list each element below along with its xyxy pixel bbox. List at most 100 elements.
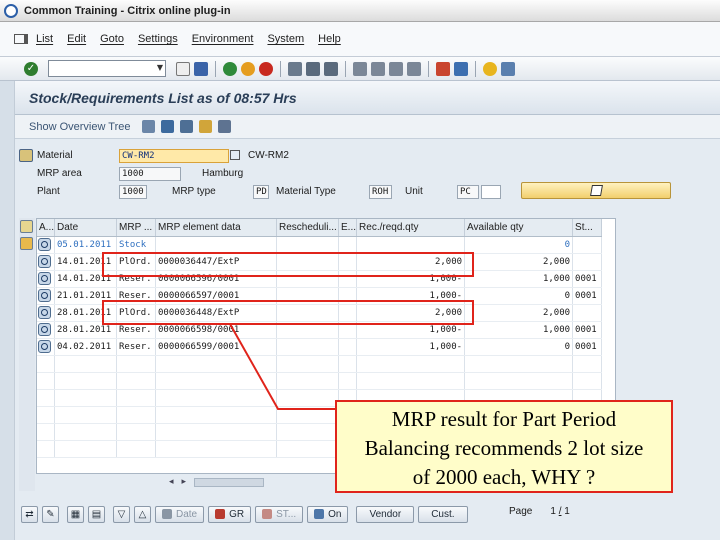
mrp-type-field: PD <box>253 185 269 199</box>
col-header-rec-reqd-qty[interactable]: Rec./reqd.qty <box>356 219 466 237</box>
col-header-mrp[interactable]: MRP ... <box>116 219 157 237</box>
expand-all-icon[interactable]: ▦ <box>67 505 84 523</box>
empty-cell <box>155 372 278 390</box>
cell-rec-reqd-qty: 1,000- <box>356 338 466 356</box>
collapse-all-icon[interactable]: ▤ <box>88 505 105 523</box>
empty-cell <box>37 372 56 390</box>
filter-down-icon[interactable]: ▽ <box>113 505 130 523</box>
cust-button[interactable]: Cust. <box>418 505 468 523</box>
gr-button[interactable]: GR <box>208 505 252 523</box>
cell-available-qty: 2,000 <box>464 253 574 271</box>
command-field[interactable]: ▼ <box>48 60 166 77</box>
empty-cell <box>356 372 466 390</box>
col-header-rescheduling[interactable]: Rescheduli... <box>276 219 340 237</box>
magnifier-icon[interactable] <box>38 289 51 302</box>
empty-cell <box>37 355 56 373</box>
scroll-right-icon[interactable]: ▸ <box>182 477 187 487</box>
scroll-thumb[interactable] <box>194 477 265 487</box>
date-button[interactable]: Date <box>155 505 205 523</box>
first-page-icon[interactable] <box>353 61 367 76</box>
next-page-icon[interactable] <box>389 61 403 76</box>
edit-pencil-icon[interactable]: ✎ <box>42 505 59 523</box>
layout-icon[interactable] <box>501 61 515 76</box>
print-icon[interactable] <box>288 61 302 76</box>
empty-cell <box>155 355 278 373</box>
select-all-icon[interactable]: ⇄ <box>21 505 38 523</box>
st-button[interactable]: ST... <box>255 505 304 523</box>
grid-select-icon[interactable] <box>20 220 33 233</box>
cancel-icon[interactable] <box>259 61 273 76</box>
col-header-date[interactable]: Date <box>54 219 118 237</box>
menu-help[interactable]: Help <box>318 33 341 45</box>
application-toolbar: Show Overview Tree <box>15 115 720 139</box>
annotation-callout: MRP result for Part Period Balancing rec… <box>335 400 673 493</box>
help-icon[interactable] <box>483 61 497 76</box>
grid-expand-icon[interactable] <box>20 237 33 250</box>
window-titlebar: Common Training - Citrix online plug-in <box>0 0 720 22</box>
find-icon[interactable] <box>306 61 320 76</box>
empty-cell <box>116 355 157 373</box>
grid-horizontal-scroll[interactable]: ◂ ▸ <box>169 475 289 489</box>
callout-line-3: of 2000 each, WHY ? <box>412 465 596 489</box>
col-header-a[interactable]: A... <box>37 219 56 237</box>
menu-settings[interactable]: Settings <box>138 33 178 45</box>
menu-system[interactable]: System <box>267 33 304 45</box>
show-overview-tree-button[interactable]: Show Overview Tree <box>29 121 130 133</box>
unit-extra-field <box>481 185 501 199</box>
magnifier-icon[interactable] <box>38 255 51 268</box>
back-icon[interactable] <box>223 61 237 76</box>
back-nav-icon[interactable] <box>176 61 190 76</box>
col-header-available-qty[interactable]: Available qty <box>464 219 574 237</box>
toolbar-separator <box>280 60 281 77</box>
menu-goto[interactable]: Goto <box>100 33 124 45</box>
shortcut-icon[interactable] <box>454 61 468 76</box>
table-row[interactable]: 04.02.2011 Reser. 0000066599/0001 1,000- 0 00… <box>37 338 603 356</box>
previous-page-icon[interactable] <box>371 61 385 76</box>
magnifier-icon[interactable] <box>38 306 51 319</box>
save-icon[interactable] <box>194 61 208 76</box>
filter-icon[interactable] <box>180 120 194 133</box>
trash-icon[interactable] <box>218 120 232 133</box>
edit-header-button[interactable] <box>521 182 671 199</box>
material-search-icon[interactable] <box>230 150 240 160</box>
cell-element-data <box>155 236 278 254</box>
settings-icon[interactable] <box>199 120 213 133</box>
col-header-element-data[interactable]: MRP element data <box>155 219 278 237</box>
cell-available-qty: 2,000 <box>464 304 574 322</box>
material-icon[interactable] <box>19 149 33 162</box>
magnifier-icon[interactable] <box>38 323 51 336</box>
system-menu-icon[interactable] <box>14 34 28 44</box>
menu-bar: List Edit Goto Settings Environment Syst… <box>0 22 720 57</box>
empty-cell <box>116 423 157 441</box>
col-header-e[interactable]: E... <box>338 219 358 237</box>
magnifier-icon[interactable] <box>38 272 51 285</box>
magnifier-icon[interactable] <box>38 340 51 353</box>
magnifier-icon[interactable] <box>38 238 51 251</box>
enter-check-icon[interactable]: ✓ <box>24 61 38 76</box>
dropdown-arrow-icon[interactable]: ▼ <box>157 63 163 72</box>
empty-cell <box>54 423 118 441</box>
material-input[interactable]: CW-RM2 <box>119 149 229 163</box>
table-row[interactable]: 05.01.2011 Stock 0 <box>37 236 603 254</box>
col-header-st[interactable]: St... <box>572 219 603 237</box>
on-button[interactable]: On <box>307 505 349 523</box>
empty-cell <box>116 389 157 407</box>
cell-date: 04.02.2011 <box>54 338 118 356</box>
find-next-icon[interactable] <box>324 61 338 76</box>
cell-st: 0001 <box>572 287 603 305</box>
scroll-left-icon[interactable]: ◂ <box>169 477 174 487</box>
person-icon[interactable] <box>142 120 156 133</box>
refresh-icon[interactable] <box>161 120 175 133</box>
vendor-button[interactable]: Vendor <box>356 505 415 523</box>
empty-cell <box>37 406 56 424</box>
menu-environment[interactable]: Environment <box>192 33 254 45</box>
menu-list[interactable]: List <box>36 33 53 45</box>
empty-cell <box>54 372 118 390</box>
empty-cell <box>37 440 56 458</box>
last-page-icon[interactable] <box>407 61 421 76</box>
toolbar-separator <box>215 60 216 77</box>
exit-icon[interactable] <box>241 61 255 76</box>
new-session-icon[interactable] <box>436 61 450 76</box>
menu-edit[interactable]: Edit <box>67 33 86 45</box>
filter-up-icon[interactable]: △ <box>134 505 151 523</box>
